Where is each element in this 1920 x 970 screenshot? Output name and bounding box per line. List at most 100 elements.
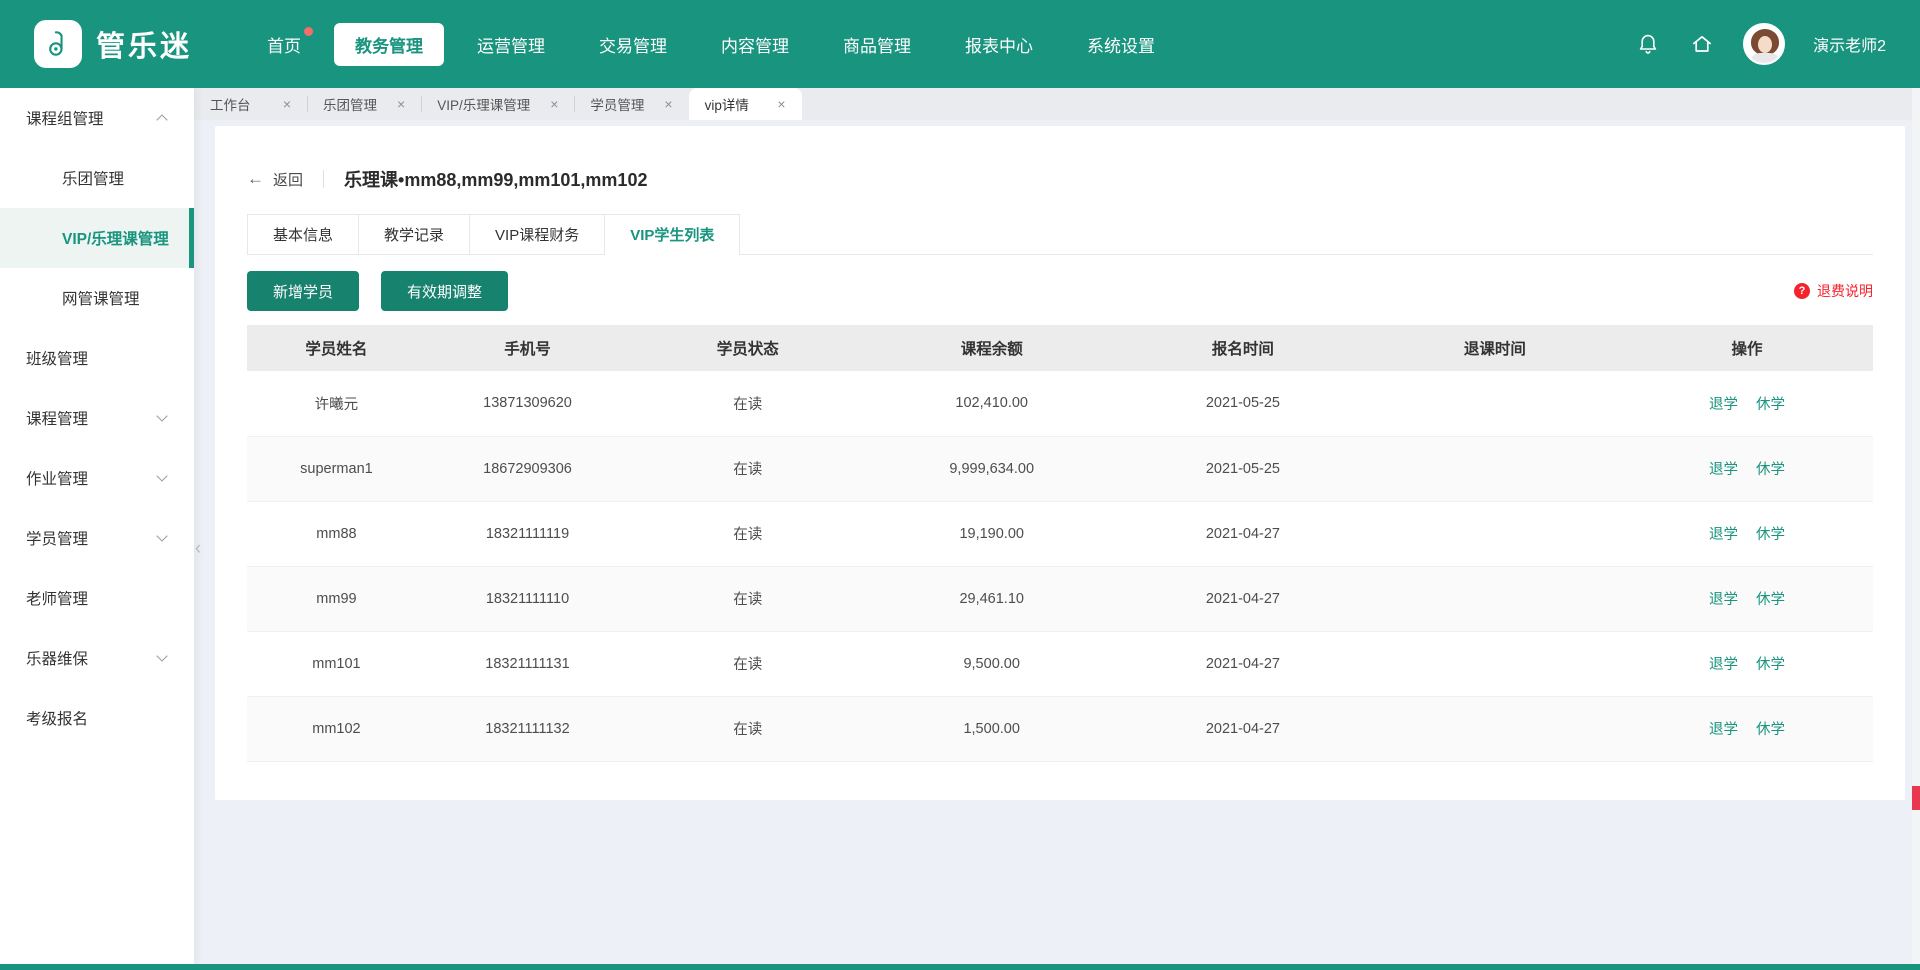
cell-quit — [1369, 696, 1621, 761]
back-label: 返回 — [273, 169, 303, 190]
cell-status: 在读 — [629, 501, 866, 566]
tab-teaching-record[interactable]: 教学记录 — [358, 214, 470, 254]
brand-logo-icon[interactable] — [34, 20, 82, 68]
drop-out-link[interactable]: 退学 — [1709, 527, 1738, 543]
avatar[interactable] — [1743, 23, 1785, 65]
tab-vip-student-list[interactable]: VIP学生列表 — [604, 214, 740, 254]
main-nav: 首页 教务管理 运营管理 交易管理 内容管理 商品管理 报表中心 系统设置 — [246, 23, 1176, 66]
nav-item-label: 商品管理 — [843, 37, 911, 56]
column-header: 学员状态 — [629, 325, 866, 371]
column-header: 手机号 — [426, 325, 629, 371]
notifications-bell-icon[interactable] — [1635, 31, 1661, 57]
sidebar-item-homework[interactable]: 作业管理 — [0, 448, 194, 508]
table-row: mm10118321111131在读9,500.002021-04-27退学休学 — [247, 631, 1873, 696]
nav-item-home[interactable]: 首页 — [246, 23, 322, 66]
cell-phone: 18672909306 — [426, 436, 629, 501]
suspend-link[interactable]: 休学 — [1756, 527, 1785, 543]
sidebar-item-label: VIP/乐理课管理 — [62, 227, 169, 249]
column-header: 操作 — [1621, 325, 1873, 371]
sidebar-item-band[interactable]: 乐团管理 — [0, 148, 194, 208]
drop-out-link[interactable]: 退学 — [1709, 462, 1738, 478]
chevron-down-icon — [156, 410, 167, 421]
drop-out-link[interactable]: 退学 — [1709, 397, 1738, 413]
refund-note-link[interactable]: ? 退费说明 — [1794, 281, 1873, 301]
user-name[interactable]: 演示老师2 — [1813, 32, 1886, 56]
window-tab-student-management[interactable]: 学员管理× — [574, 88, 688, 120]
sidebar-item-label: 班级管理 — [26, 347, 88, 369]
bottom-accent-bar — [0, 964, 1920, 970]
sidebar-item-class[interactable]: 班级管理 — [0, 328, 194, 388]
notification-dot-icon — [304, 27, 313, 36]
nav-item-operation[interactable]: 运营管理 — [456, 23, 566, 66]
nav-item-label: 交易管理 — [599, 37, 667, 56]
sidebar-item-student[interactable]: 学员管理 — [0, 508, 194, 568]
suspend-link[interactable]: 休学 — [1756, 722, 1785, 738]
nav-item-label: 首页 — [267, 37, 301, 56]
sidebar-item-exam[interactable]: 考级报名 — [0, 688, 194, 748]
add-student-button[interactable]: 新增学员 — [247, 271, 359, 311]
nav-item-trade[interactable]: 交易管理 — [578, 23, 688, 66]
sidebar-item-online-course[interactable]: 网管课管理 — [0, 268, 194, 328]
cell-name: mm101 — [247, 631, 426, 696]
scrollbar-thumb[interactable] — [1912, 786, 1920, 810]
sidebar-item-vip-course[interactable]: VIP/乐理课管理 — [0, 208, 194, 268]
nav-item-edu[interactable]: 教务管理 — [334, 23, 444, 66]
sidebar-item-label: 作业管理 — [26, 467, 88, 489]
close-icon[interactable]: × — [283, 97, 291, 111]
nav-item-label: 教务管理 — [355, 37, 423, 56]
window-tab-band-management[interactable]: 乐团管理× — [307, 88, 421, 120]
table-row: mm8818321111119在读19,190.002021-04-27退学休学 — [247, 501, 1873, 566]
window-tab-vip-course-management[interactable]: VIP/乐理课管理 × — [421, 88, 574, 120]
cell-quit — [1369, 501, 1621, 566]
cell-balance: 29,461.10 — [867, 566, 1117, 631]
suspend-link[interactable]: 休学 — [1756, 592, 1785, 608]
suspend-link[interactable]: 休学 — [1756, 657, 1785, 673]
nav-item-goods[interactable]: 商品管理 — [822, 23, 932, 66]
window-tab-label: VIP/乐理课管理 — [437, 94, 530, 114]
page-title: 乐理课•mm88,mm99,mm101,mm102 — [344, 166, 647, 192]
nav-item-label: 运营管理 — [477, 37, 545, 56]
suspend-link[interactable]: 休学 — [1756, 462, 1785, 478]
cell-balance: 19,190.00 — [867, 501, 1117, 566]
nav-item-content[interactable]: 内容管理 — [700, 23, 810, 66]
cell-quit — [1369, 436, 1621, 501]
sidebar-item-course-group[interactable]: 课程组管理 — [0, 88, 194, 148]
actions-row: 新增学员 有效期调整 ? 退费说明 — [247, 271, 1873, 311]
tab-basic-info[interactable]: 基本信息 — [247, 214, 359, 254]
top-header: 管乐迷 首页教务管理运营管理交易管理内容管理商品管理报表中心系统设置 — [0, 0, 1920, 88]
drop-out-link[interactable]: 退学 — [1709, 657, 1738, 673]
close-icon[interactable]: × — [397, 97, 405, 111]
chevron-down-icon — [156, 650, 167, 661]
close-icon[interactable]: × — [550, 97, 558, 111]
suspend-link[interactable]: 休学 — [1756, 397, 1785, 413]
sidebar-collapse-icon[interactable]: ‹ — [190, 527, 206, 571]
cell-status: 在读 — [629, 371, 866, 436]
sidebar-item-label: 课程管理 — [26, 407, 88, 429]
sidebar-item-teacher[interactable]: 老师管理 — [0, 568, 194, 628]
tab-vip-course-finance[interactable]: VIP课程财务 — [469, 214, 605, 254]
nav-item-label: 系统设置 — [1087, 37, 1155, 56]
table-row: 许曦元13871309620在读102,410.002021-05-25退学休学 — [247, 371, 1873, 436]
sidebar-item-course[interactable]: 课程管理 — [0, 388, 194, 448]
nav-item-report[interactable]: 报表中心 — [944, 23, 1054, 66]
sidebar-item-instrument[interactable]: 乐器维保 — [0, 628, 194, 688]
window-tab-workbench[interactable]: 工作台× — [194, 88, 307, 120]
window-tab-vip-detail[interactable]: vip详情× — [689, 88, 802, 120]
validity-adjust-button[interactable]: 有效期调整 — [381, 271, 508, 311]
detail-tabs: 基本信息教学记录VIP课程财务VIP学生列表 — [247, 214, 1873, 255]
cell-phone: 18321111131 — [426, 631, 629, 696]
drop-out-link[interactable]: 退学 — [1709, 592, 1738, 608]
page-scrollbar[interactable] — [1912, 88, 1920, 964]
chevron-down-icon — [156, 530, 167, 541]
home-icon[interactable] — [1689, 31, 1715, 57]
cell-name: superman1 — [247, 436, 426, 501]
close-icon[interactable]: × — [664, 97, 672, 111]
column-header: 报名时间 — [1117, 325, 1369, 371]
nav-item-settings[interactable]: 系统设置 — [1066, 23, 1176, 66]
cell-name: mm99 — [247, 566, 426, 631]
window-tab-bar: 工作台×乐团管理×VIP/乐理课管理×学员管理×vip详情× — [194, 88, 1920, 120]
back-button[interactable]: ← 返回 — [247, 169, 303, 190]
close-icon[interactable]: × — [777, 97, 785, 111]
cell-enroll: 2021-04-27 — [1117, 566, 1369, 631]
drop-out-link[interactable]: 退学 — [1709, 722, 1738, 738]
